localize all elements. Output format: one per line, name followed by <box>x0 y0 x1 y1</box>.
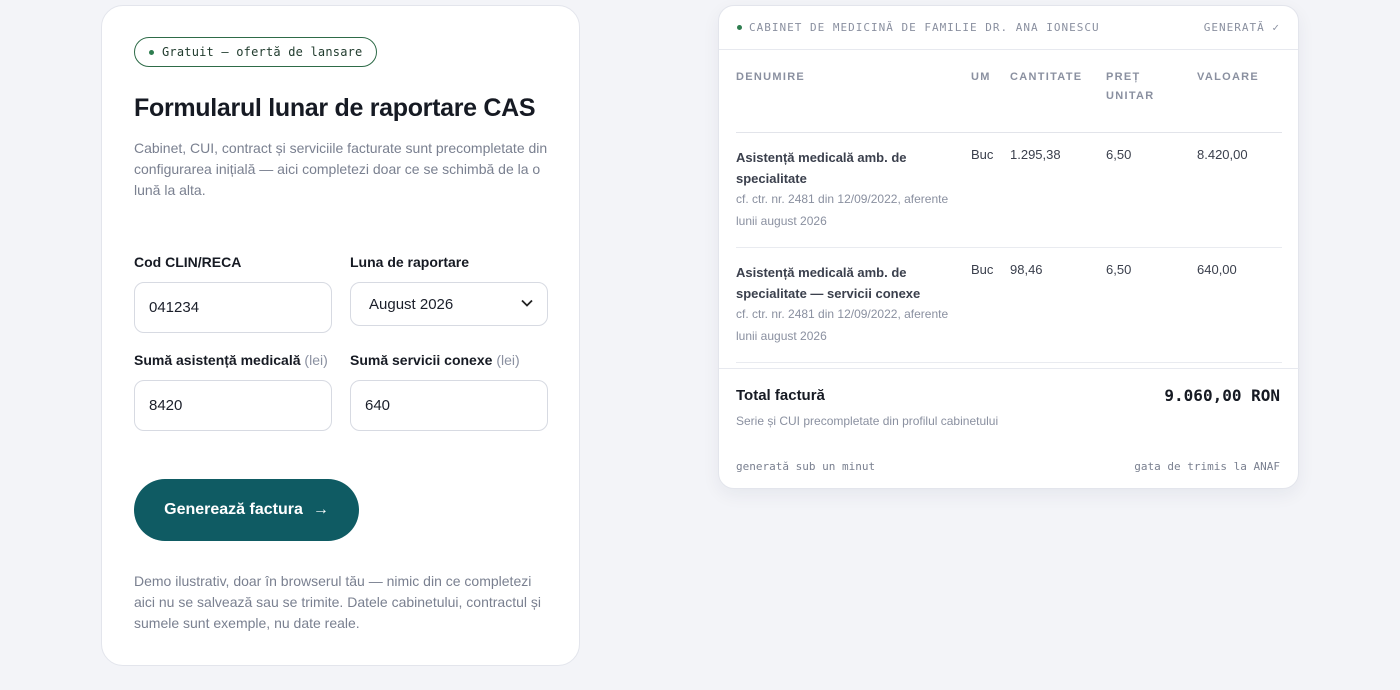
item-cell: Asistență medicală amb. de specialitate … <box>736 147 956 232</box>
item-note: cf. ctr. nr. 2481 din 12/09/2022, aferen… <box>736 307 949 343</box>
medical-amount-unit: (lei) <box>304 352 328 368</box>
item-name: Asistență medicală amb. de specialitate <box>736 150 907 186</box>
table-row: Asistență medicală amb. de specialitate … <box>736 133 1282 248</box>
item-note: cf. ctr. nr. 2481 din 12/09/2022, aferen… <box>736 192 949 228</box>
generated-status: GENERATĂ ✓ <box>1203 21 1280 34</box>
medical-amount-input[interactable] <box>134 380 332 431</box>
item-value: 640,00 <box>1197 262 1237 277</box>
col-header-qty: CANTITATE <box>1010 71 1083 83</box>
conexe-amount-input[interactable] <box>350 380 548 431</box>
invoice-preview-card: CABINET DE MEDICINĂ DE FAMILIE DR. ANA I… <box>718 5 1300 489</box>
month-field: Luna de raportare August 2026 <box>350 254 548 326</box>
conexe-amount-label: Sumă servicii conexe (lei) <box>350 352 548 374</box>
conexe-amount-label-text: Sumă servicii conexe <box>350 352 493 368</box>
footer-anaf-note: gata de trimis la ANAF <box>1134 460 1280 473</box>
total-value: 9.060,00 RON <box>1164 386 1280 405</box>
chevron-down-icon <box>521 298 533 310</box>
generate-invoice-button[interactable]: Generează factura → <box>134 479 359 541</box>
medical-amount-field: Sumă asistență medicală (lei) <box>134 352 332 431</box>
item-value: 8.420,00 <box>1197 147 1248 162</box>
total-divider <box>719 368 1300 369</box>
col-header-value: VALOARE <box>1197 71 1260 83</box>
col-header-um: UM <box>971 71 991 83</box>
item-price: 6,50 <box>1106 147 1132 162</box>
offer-badge: Gratuit — ofertă de lansare <box>134 37 378 67</box>
status-dot-icon <box>737 25 742 30</box>
item-qty: 98,46 <box>1010 262 1043 277</box>
arrow-right-icon: → <box>312 501 329 518</box>
generate-invoice-label: Generează factura <box>164 501 303 518</box>
item-um: Buc <box>971 262 994 277</box>
offer-badge-label: Gratuit — ofertă de lansare <box>162 45 363 59</box>
conexe-amount-unit: (lei) <box>496 352 520 368</box>
total-subtitle: Serie și CUI precompletate din profilul … <box>736 414 999 428</box>
report-form-card: Gratuit — ofertă de lansare Formularul l… <box>101 5 580 666</box>
medical-amount-label: Sumă asistență medicală (lei) <box>134 352 332 374</box>
item-price: 6,50 <box>1106 262 1132 277</box>
clin-input[interactable] <box>134 282 332 333</box>
item-name: Asistență medicală amb. de specialitate … <box>736 265 921 301</box>
clin-field: Cod CLIN/RECA <box>134 254 332 333</box>
month-label: Luna de raportare <box>350 254 470 270</box>
month-select[interactable]: August 2026 <box>350 282 548 326</box>
demo-disclaimer: Demo ilustrativ, doar în browserul tău —… <box>134 573 541 631</box>
clinic-name: CABINET DE MEDICINĂ DE FAMILIE DR. ANA I… <box>749 21 1100 34</box>
col-header-price: PREȚ UNITAR <box>1106 71 1155 102</box>
item-um: Buc <box>971 147 994 162</box>
total-label: Total factură <box>736 387 825 404</box>
month-select-value: August 2026 <box>369 295 454 313</box>
medical-amount-label-text: Sumă asistență medicală <box>134 352 301 368</box>
status-dot-icon <box>149 49 154 55</box>
form-description: Cabinet, CUI, contract și serviciile fac… <box>134 140 548 198</box>
item-cell: Asistență medicală amb. de specialitate … <box>736 262 956 347</box>
form-title: Formularul lunar de raportare CAS <box>134 94 536 122</box>
clin-label: Cod CLIN/RECA <box>134 254 242 270</box>
conexe-amount-field: Sumă servicii conexe (lei) <box>350 352 548 431</box>
invoice-header: CABINET DE MEDICINĂ DE FAMILIE DR. ANA I… <box>719 6 1298 50</box>
item-qty: 1.295,38 <box>1010 147 1061 162</box>
table-row: Asistență medicală amb. de specialitate … <box>736 248 1282 363</box>
col-header-name: DENUMIRE <box>736 71 806 83</box>
footer-generated-note: generată sub un minut <box>736 460 876 473</box>
